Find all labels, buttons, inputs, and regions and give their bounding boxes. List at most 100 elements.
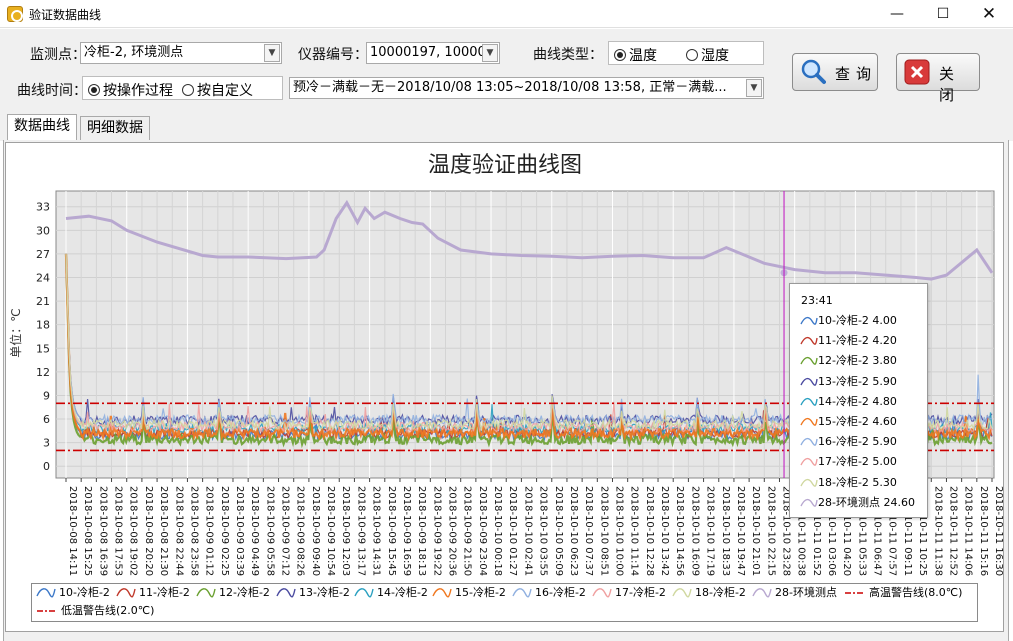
- legend-item-label: 13-冷柜-2: [299, 586, 350, 599]
- legend-item-label: 16-冷柜-2: [535, 586, 586, 599]
- legend-item[interactable]: 28-环境测点: [752, 584, 837, 602]
- series-swatch-icon: [800, 357, 818, 366]
- tooltip-row: 12-冷柜-2 3.80: [800, 352, 897, 372]
- tooltip-row-text: 10-冷柜-2 4.00: [818, 314, 897, 327]
- series-swatch-icon: [800, 316, 818, 325]
- x-tick-label: 2018-10-09 13:17: [355, 486, 366, 576]
- legend-item[interactable]: 15-冷柜-2: [432, 584, 506, 602]
- radio-custom-label: 按自定义: [197, 83, 253, 99]
- y-tick-label: 30: [36, 224, 50, 237]
- tooltip-row-text: 14-冷柜-2 4.80: [818, 394, 897, 408]
- minimize-icon[interactable]: —: [874, 0, 920, 28]
- device-select[interactable]: 10000197, 10000... ▼: [366, 42, 500, 64]
- tooltip-row: 13-冷柜-2 5.90: [800, 373, 897, 393]
- x-tick-label: 2018-10-10 07:37: [583, 486, 594, 576]
- x-tick-label: 2018-10-08 23:58: [188, 486, 199, 576]
- tooltip-row-text: 15-冷柜-2 4.60: [818, 415, 897, 428]
- monitor-select[interactable]: 冷柜-2, 环境测点 ▼: [80, 42, 282, 64]
- x-tick-label: 2018-10-10 16:09: [689, 486, 700, 576]
- radio-custom[interactable]: 按自定义: [182, 80, 253, 100]
- tooltip-row: 11-冷柜-2 4.20: [800, 332, 897, 352]
- x-tick-label: 2018-10-09 10:54: [325, 486, 336, 576]
- tab-bar: 数据曲线 明细数据: [0, 113, 1013, 141]
- x-tick-label: 2018-10-10 06:23: [568, 486, 579, 576]
- close-x-icon: [904, 59, 930, 85]
- radio-checked-icon: [614, 49, 626, 61]
- legend-item[interactable]: 17-冷柜-2: [592, 584, 666, 602]
- series-swatch-icon: [800, 377, 818, 386]
- process-select[interactable]: 预冷－满载－无－2018/10/08 13:05~2018/10/08 13:5…: [289, 77, 764, 99]
- radio-by-process[interactable]: 按操作过程: [88, 80, 173, 100]
- series-swatch-icon: [592, 588, 612, 598]
- x-tick-label: 2018-10-10 19:47: [735, 486, 746, 576]
- series-swatch-icon: [752, 588, 772, 598]
- x-tick-label: 2018-10-09 05:58: [264, 486, 275, 576]
- x-tick-label: 2018-10-09 21:50: [462, 486, 473, 576]
- legend-item[interactable]: 16-冷柜-2: [512, 584, 586, 602]
- close-button[interactable]: 关闭: [896, 53, 980, 104]
- chevron-down-icon[interactable]: ▼: [482, 44, 498, 62]
- chevron-down-icon[interactable]: ▼: [746, 79, 762, 97]
- legend-item-label: 11-冷柜-2: [139, 586, 190, 599]
- y-tick-label: 9: [43, 389, 50, 402]
- monitor-label: 监测点：: [30, 47, 86, 63]
- x-tick-label: 2018-10-10 01:27: [507, 486, 518, 576]
- y-tick-label: 33: [36, 201, 50, 214]
- x-tick-label: 2018-10-10 10:00: [613, 486, 624, 576]
- x-tick-label: 2018-10-09 04:49: [249, 486, 260, 576]
- series-swatch-icon: [800, 397, 818, 406]
- x-tick-label: 2018-10-11 14:06: [963, 486, 974, 576]
- legend-item[interactable]: 13-冷柜-2: [276, 584, 350, 602]
- close-icon[interactable]: ✕: [966, 0, 1012, 28]
- series-swatch-icon: [276, 588, 296, 598]
- dashdot-swatch-icon: [37, 610, 57, 612]
- time-mode-group: 按操作过程 按自定义: [82, 76, 283, 100]
- tooltip-row: 28-环境测点 24.60: [800, 494, 915, 514]
- tooltip-row-text: 18-冷柜-2 5.30: [818, 475, 897, 489]
- series-swatch-icon: [432, 588, 452, 598]
- radio-temperature-label: 温度: [629, 48, 657, 64]
- radio-temperature[interactable]: 温度: [614, 45, 657, 65]
- tooltip-row-text: 12-冷柜-2 3.80: [818, 354, 897, 368]
- legend-item[interactable]: 高温警告线(8.0℃): [844, 584, 962, 602]
- x-tick-label: 2018-10-09 15:45: [386, 486, 397, 576]
- maximize-icon[interactable]: ☐: [920, 0, 966, 28]
- radio-by-process-label: 按操作过程: [103, 83, 173, 99]
- legend-item[interactable]: 14-冷柜-2: [354, 584, 428, 602]
- x-tick-label: 2018-10-11 12:52: [947, 486, 958, 576]
- x-tick-label: 2018-10-09 20:36: [447, 486, 458, 576]
- tab-detail-data[interactable]: 明细数据: [80, 116, 150, 140]
- x-tick-label: 2018-10-11 11:38: [932, 486, 943, 576]
- legend-item[interactable]: 11-冷柜-2: [116, 584, 190, 602]
- x-tick-label: 2018-10-09 09:40: [310, 486, 321, 576]
- curve-type-label: 曲线类型：: [533, 47, 603, 63]
- series-swatch-icon: [354, 588, 374, 598]
- x-tick-label: 2018-10-08 22:44: [173, 486, 184, 576]
- tooltip-row: 16-冷柜-2 5.90: [800, 433, 897, 453]
- monitor-select-value: 冷柜-2, 环境测点: [84, 45, 184, 60]
- x-tick-label: 2018-10-10 13:42: [659, 486, 670, 576]
- chevron-down-icon[interactable]: ▼: [264, 44, 280, 62]
- series-swatch-icon: [800, 417, 818, 426]
- legend-item-label: 14-冷柜-2: [377, 586, 428, 599]
- x-tick-label: 2018-10-10 12:28: [644, 486, 655, 576]
- tab-data-curve[interactable]: 数据曲线: [7, 114, 77, 140]
- x-tick-label: 2018-10-09 18:13: [416, 486, 427, 576]
- x-tick-label: 2018-10-09 14:31: [371, 486, 382, 576]
- legend-item-label: 15-冷柜-2: [455, 586, 506, 599]
- radio-unchecked-icon: [686, 49, 698, 61]
- radio-humidity[interactable]: 湿度: [686, 45, 729, 65]
- query-button[interactable]: 查询: [792, 53, 878, 91]
- legend-item[interactable]: 10-冷柜-2: [36, 584, 110, 602]
- series-swatch-icon: [800, 478, 818, 487]
- x-tick-label: 2018-10-10 18:33: [720, 486, 731, 576]
- legend-item[interactable]: 18-冷柜-2: [672, 584, 746, 602]
- legend-item-label: 28-环境测点: [775, 586, 837, 599]
- x-tick-label: 2018-10-08 14:11: [67, 486, 78, 576]
- x-tick-label: 2018-10-10 08:51: [598, 486, 609, 576]
- chart-title: 温度验证曲线图: [428, 153, 582, 178]
- legend-item[interactable]: 12-冷柜-2: [196, 584, 270, 602]
- x-tick-label: 2018-10-09 16:59: [401, 486, 412, 576]
- legend-item[interactable]: 低温警告线(2.0℃): [36, 602, 154, 620]
- x-tick-label: 2018-10-11 15:16: [978, 486, 989, 576]
